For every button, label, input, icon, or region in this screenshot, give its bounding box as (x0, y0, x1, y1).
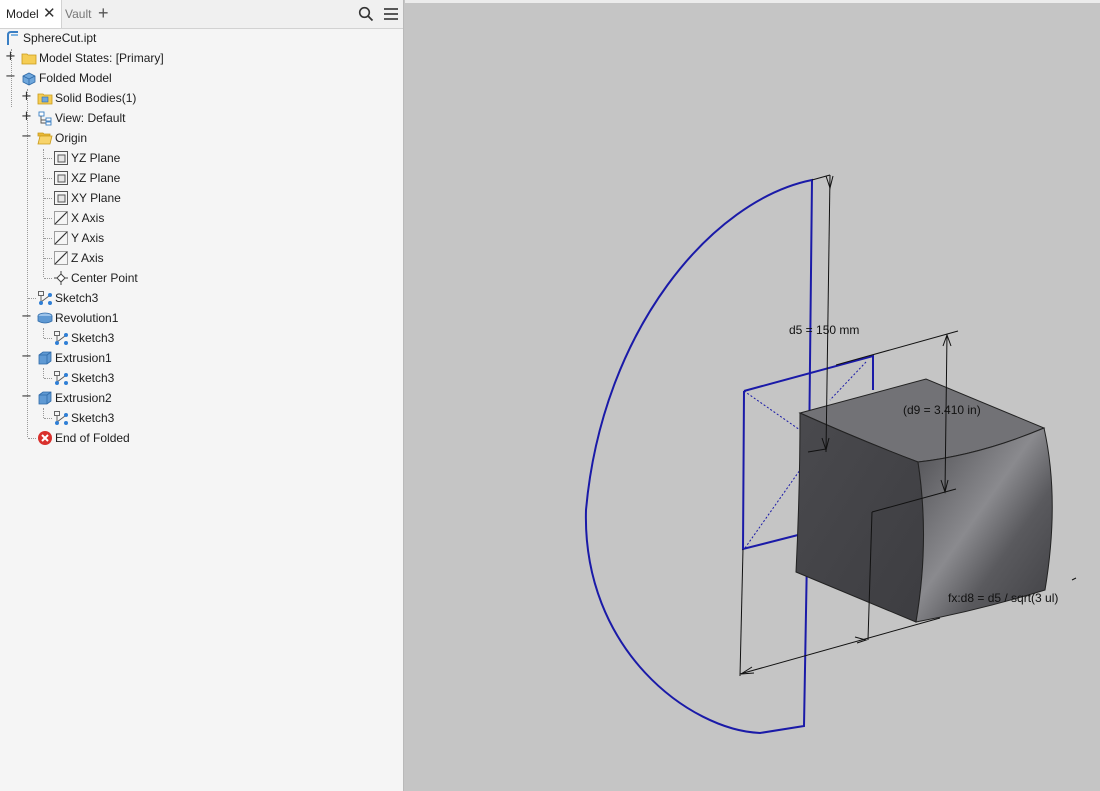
expand-icon[interactable]: + (5, 50, 16, 63)
solid-bodies-folder-icon (37, 93, 53, 105)
dimension-extension-line (739, 548, 744, 677)
tree-connector (44, 338, 52, 339)
tree-connector (44, 278, 52, 279)
collapse-icon[interactable]: − (21, 310, 32, 323)
tree-item-label: Sketch3 (71, 371, 115, 385)
tree-connector (44, 378, 52, 379)
tree-item-label: Sketch3 (55, 291, 99, 305)
end-of-part-icon (38, 431, 52, 445)
folded-model-icon (22, 72, 36, 86)
view-icon (38, 111, 52, 126)
tree-connector (44, 418, 52, 419)
sketch-icon (54, 411, 68, 425)
sketch-icon (38, 291, 52, 305)
tree-item-label: Sketch3 (71, 331, 115, 345)
tree-connector (44, 178, 52, 179)
tab-vault-label: Vault (65, 7, 92, 21)
expand-icon[interactable]: + (21, 90, 32, 103)
tree-connector (44, 238, 52, 239)
tree-item-label: XY Plane (71, 191, 121, 205)
tree-item-label: Center Point (71, 271, 138, 285)
folder-icon (21, 53, 37, 65)
sketch-diagonal (829, 361, 867, 401)
axis-icon (54, 231, 68, 245)
tree-item-label: End of Folded (55, 431, 130, 445)
tree-item-label: Solid Bodies(1) (55, 91, 137, 105)
close-icon[interactable]: ✕ (43, 0, 56, 28)
tree-item-label: Extrusion1 (55, 351, 112, 365)
tree-item-label: Origin (55, 131, 88, 145)
tree-connector (43, 408, 44, 418)
dimension-d5-text[interactable]: d5 = 150 mm (789, 323, 859, 337)
graphics-viewport[interactable]: d5 = 150 mm (d9 = 3.410 in) fx:d8 = d5 /… (405, 0, 1100, 791)
collapse-icon[interactable]: − (21, 390, 32, 403)
tree-item-label: XZ Plane (71, 171, 121, 185)
tree-connector (44, 258, 52, 259)
center-point-icon (54, 271, 68, 285)
add-tab-icon[interactable]: + (98, 0, 109, 27)
axis-icon (54, 211, 68, 225)
tree-item-label: Z Axis (71, 251, 104, 265)
part-file-icon (7, 31, 18, 45)
sketch-square-left[interactable] (741, 390, 799, 551)
tab-vault[interactable]: Vault (59, 0, 99, 28)
axis-icon (54, 251, 68, 265)
sketch-icon (54, 331, 68, 345)
dimension-d9-text[interactable]: (d9 = 3.410 in) (903, 403, 981, 417)
tree-item-label: Y Axis (71, 231, 105, 245)
menu-icon[interactable] (383, 6, 399, 22)
extrusion-icon (38, 351, 52, 365)
tree-connector (43, 328, 44, 338)
sketch-diagonal (743, 390, 801, 431)
open-folder-icon (37, 132, 53, 145)
plane-icon (54, 171, 68, 185)
tree-connector (43, 368, 44, 378)
tree-connector (28, 298, 36, 299)
plane-icon (54, 191, 68, 205)
plane-icon (54, 151, 68, 165)
tree-item-label: View: Default (55, 111, 126, 125)
tree-connector (28, 438, 36, 439)
dimension-d8-text[interactable]: fx:d8 = d5 / sqrt(3 ul) (948, 591, 1058, 605)
tree-connector (44, 218, 52, 219)
browser-tab-bar: Model ✕ Vault + (0, 0, 403, 29)
sketch-icon (54, 371, 68, 385)
sketch-arc-profile[interactable] (584, 178, 814, 735)
sketch-square-top[interactable] (743, 354, 874, 392)
extrusion-icon (38, 391, 52, 405)
search-icon[interactable] (358, 6, 374, 22)
collapse-icon[interactable]: − (21, 130, 32, 143)
tab-model-label: Model (6, 7, 39, 21)
dimension-d8-line[interactable] (739, 617, 941, 675)
tree-item-label: YZ Plane (71, 151, 121, 165)
tree-item-label: X Axis (71, 211, 105, 225)
tree-item-label: SphereCut.ipt (23, 31, 97, 45)
tree-item-label: Model States: [Primary] (39, 51, 164, 65)
tree-item-label: Sketch3 (71, 411, 115, 425)
expand-icon[interactable]: + (21, 110, 32, 123)
tree-item-label: Folded Model (39, 71, 112, 85)
collapse-icon[interactable]: − (5, 70, 16, 83)
model-browser: Model ✕ Vault + SphereCut.ipt + Model St… (0, 0, 404, 791)
tree-connector (44, 198, 52, 199)
tree-item-label: Extrusion2 (55, 391, 112, 405)
collapse-icon[interactable]: − (21, 350, 32, 363)
dimension-tick (1071, 577, 1077, 581)
tree-item-label: Revolution1 (55, 311, 119, 325)
revolution-icon (37, 312, 53, 324)
tree-connector (44, 158, 52, 159)
